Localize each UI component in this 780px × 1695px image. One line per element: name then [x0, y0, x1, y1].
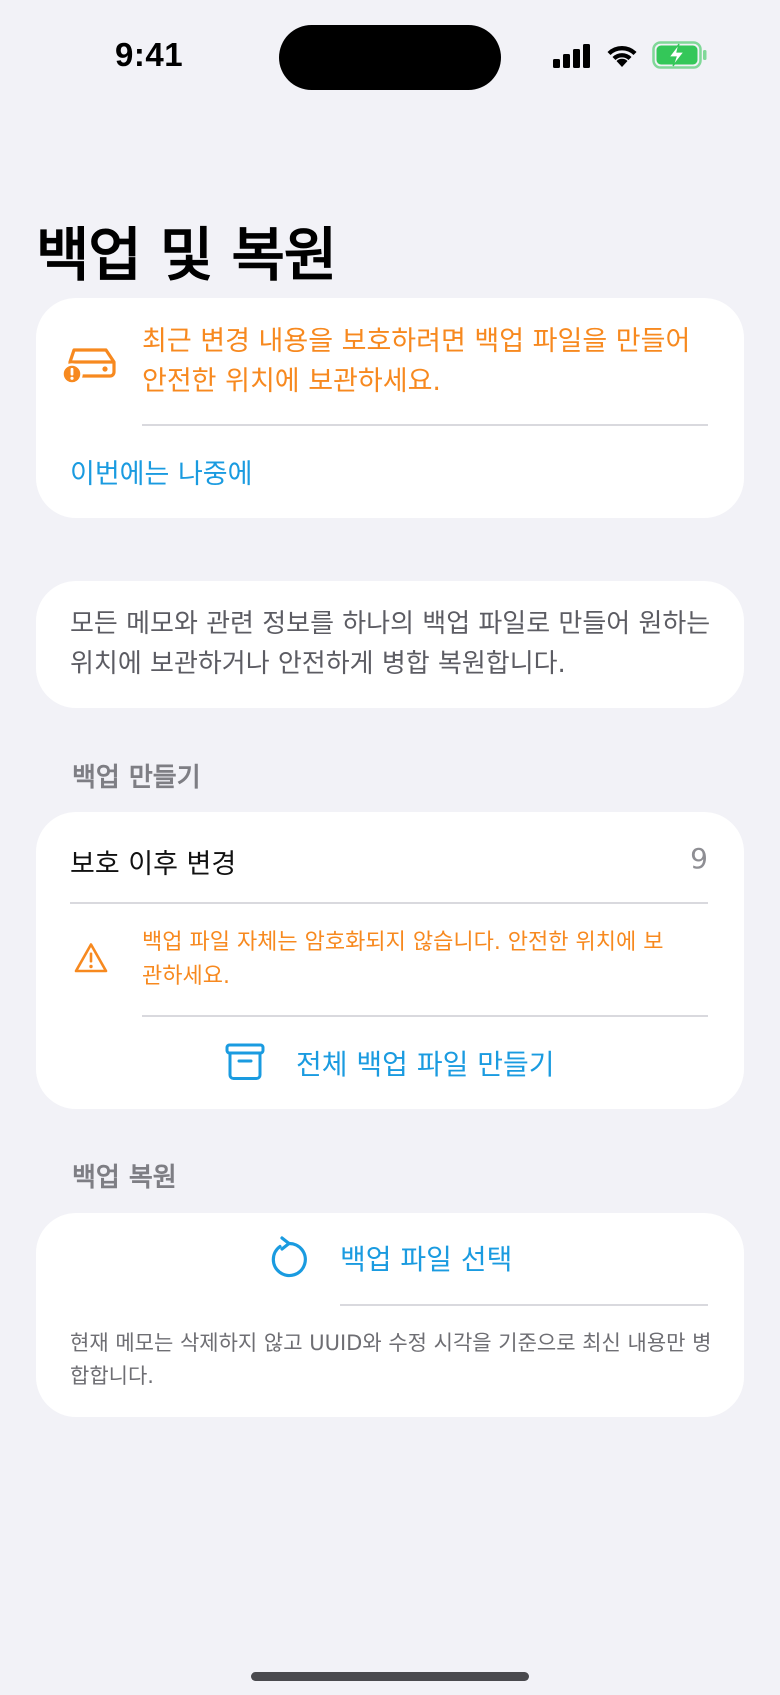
divider — [340, 1304, 708, 1306]
cellular-signal-icon — [553, 44, 590, 68]
create-backup-card: 보호 이후 변경 9 백업 파일 자체는 암호화되지 않습니다. 안전한 위치에… — [36, 812, 744, 1109]
archive-box-icon — [225, 1043, 265, 1080]
page-title: 백업 및 복원 — [36, 221, 337, 289]
backup-reminder-message: 최근 변경 내용을 보호하려면 백업 파일을 만들어 안전한 위치에 보관하세요… — [142, 326, 691, 397]
select-backup-file-button[interactable]: 백업 파일 선택 — [36, 1213, 744, 1303]
backup-description-text: 모든 메모와 관련 정보를 하나의 백업 파일로 만들어 원하는 위치에 보관하… — [70, 609, 711, 679]
remind-later-button[interactable]: 이번에는 나중에 — [70, 452, 252, 491]
warning-triangle-icon — [74, 943, 108, 973]
battery-charging-icon — [652, 41, 707, 69]
divider — [142, 1015, 708, 1017]
changes-count: 9 — [690, 842, 708, 875]
create-full-backup-label: 전체 백업 파일 만들기 — [296, 1048, 555, 1081]
restore-arrow-icon — [271, 1236, 307, 1278]
restore-backup-section-header: 백업 복원 — [72, 1163, 177, 1193]
dynamic-island — [279, 25, 501, 90]
backup-reminder-card: 최근 변경 내용을 보호하려면 백업 파일을 만들어 안전한 위치에 보관하세요… — [36, 298, 744, 518]
status-bar: 9:41 — [0, 0, 780, 100]
backup-description-card: 모든 메모와 관련 정보를 하나의 백업 파일로 만들어 원하는 위치에 보관하… — [36, 581, 744, 708]
wifi-icon — [607, 45, 637, 67]
create-backup-section-header: 백업 만들기 — [72, 763, 201, 793]
divider — [142, 424, 708, 426]
unencrypted-warning-text: 백업 파일 자체는 암호화되지 않습니다. 안전한 위치에 보관하세요. — [142, 930, 664, 989]
changes-since-protection-label: 보호 이후 변경 — [70, 849, 237, 880]
select-backup-file-label: 백업 파일 선택 — [340, 1243, 513, 1276]
drive-warning-icon — [62, 348, 116, 384]
status-time: 9:41 — [115, 36, 184, 73]
divider — [70, 902, 708, 904]
restore-backup-card: 백업 파일 선택 현재 메모는 삭제하지 않고 UUID와 수정 시각을 기준으… — [36, 1213, 744, 1417]
home-indicator[interactable] — [251, 1672, 529, 1681]
create-full-backup-button[interactable]: 전체 백업 파일 만들기 — [36, 1018, 744, 1106]
restore-merge-note: 현재 메모는 삭제하지 않고 UUID와 수정 시각을 기준으로 최신 내용만 … — [70, 1331, 712, 1388]
